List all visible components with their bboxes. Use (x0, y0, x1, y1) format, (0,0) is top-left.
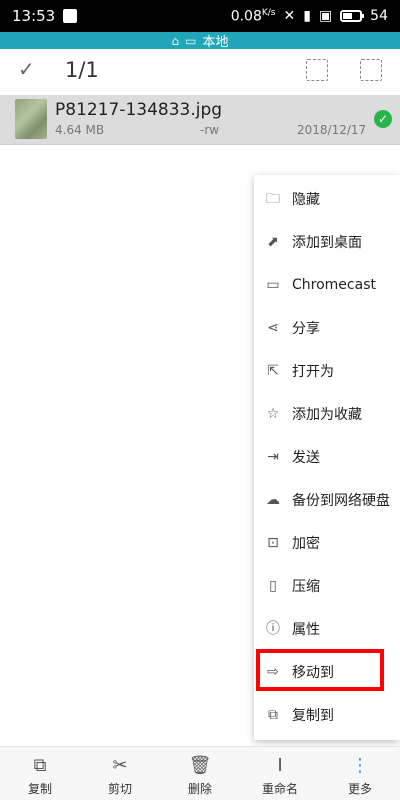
file-name: P81217-134833.jpg (55, 100, 223, 120)
file-thumbnail (15, 99, 47, 139)
done-check-icon[interactable]: ✓ (18, 57, 35, 81)
file-permissions: -rw (200, 123, 220, 137)
lock-icon: ⊡ (267, 534, 279, 551)
menu-item-add-favorite[interactable]: ☆ 添加为收藏 (254, 392, 400, 435)
open-as-icon: ⇱ (267, 362, 279, 379)
battery-level: 54 (370, 8, 388, 24)
file-row[interactable]: P81217-134833.jpg 4.64 MB -rw 2018/12/17 (0, 95, 400, 145)
menu-item-share[interactable]: ⋖ 分享 (254, 306, 400, 349)
battery-icon (340, 10, 365, 22)
status-bar: 13:53 0.08K/s ✕ ▮ ▣ 54 (0, 0, 400, 32)
status-time: 13:53 (12, 7, 56, 25)
send-icon: ⇥ (267, 448, 279, 465)
copy-icon: ⧉ (33, 755, 47, 776)
more-button[interactable]: ⋮ 更多 (320, 747, 400, 800)
menu-item-copy-to[interactable]: ⧉ 复制到 (254, 693, 400, 736)
menu-item-send[interactable]: ⇥ 发送 (254, 435, 400, 478)
rename-button[interactable]: I 重命名 (240, 747, 320, 800)
menu-item-properties[interactable]: ⓘ 属性 (254, 607, 400, 650)
trash-icon: 🗑 (188, 755, 212, 776)
zip-icon: ▯ (269, 577, 277, 594)
copy-button[interactable]: ⧉ 复制 (0, 747, 80, 800)
menu-item-open-as[interactable]: ⇱ 打开为 (254, 349, 400, 392)
hide-icon: 🗀 (266, 190, 280, 207)
select-all-icon[interactable] (360, 59, 382, 81)
star-icon: ☆ (266, 405, 280, 422)
selection-toolbar: ✓ 1/1 (0, 49, 400, 95)
file-size: 4.64 MB (55, 123, 105, 137)
bottom-action-bar: ⧉ 复制 ✂ 剪切 🗑 删除 I 重命名 ⋮ 更多 (0, 746, 400, 800)
info-icon: ⓘ (266, 620, 280, 637)
cloud-backup-icon: ☁ (266, 491, 280, 508)
selected-check-icon[interactable]: ✓ (374, 110, 392, 128)
network-speed: 0.08K/s (230, 7, 276, 25)
sim-icon: ▣ (318, 8, 333, 24)
text-cursor-icon: I (277, 755, 283, 776)
cast-icon: ▭ (266, 276, 280, 293)
file-date: 2018/12/17 (297, 123, 367, 137)
more-vertical-icon: ⋮ (351, 755, 369, 776)
location-bar[interactable]: ⌂ ▭ 本地 (0, 32, 400, 50)
home-icon[interactable]: ⌂ (172, 34, 180, 48)
menu-item-hide[interactable]: 🗀 隐藏 (254, 177, 400, 220)
scissors-icon: ✂ (112, 755, 128, 776)
add-to-desktop-icon: ⬈ (267, 233, 279, 250)
menu-item-chromecast[interactable]: ▭ Chromecast (254, 263, 400, 306)
storage-icon: ▭ (185, 33, 197, 48)
menu-item-encrypt[interactable]: ⊡ 加密 (254, 521, 400, 564)
delete-button[interactable]: 🗑 删除 (160, 747, 240, 800)
mute-icon: ✕ (283, 8, 296, 24)
location-label: 本地 (202, 35, 229, 50)
menu-item-cloud-backup[interactable]: ☁ 备份到网络硬盘 (254, 478, 400, 521)
copy-to-icon: ⧉ (268, 706, 278, 723)
menu-item-add-to-desktop[interactable]: ⬈ 添加到桌面 (254, 220, 400, 263)
selection-count: 1/1 (65, 58, 99, 82)
menu-item-compress[interactable]: ▯ 压缩 (254, 564, 400, 607)
notification-icon (63, 9, 78, 23)
select-interval-icon[interactable] (306, 59, 328, 81)
share-icon: ⋖ (267, 319, 279, 336)
signal-icon: ▮ (303, 8, 311, 24)
highlight-box (256, 649, 384, 691)
cut-button[interactable]: ✂ 剪切 (80, 747, 160, 800)
